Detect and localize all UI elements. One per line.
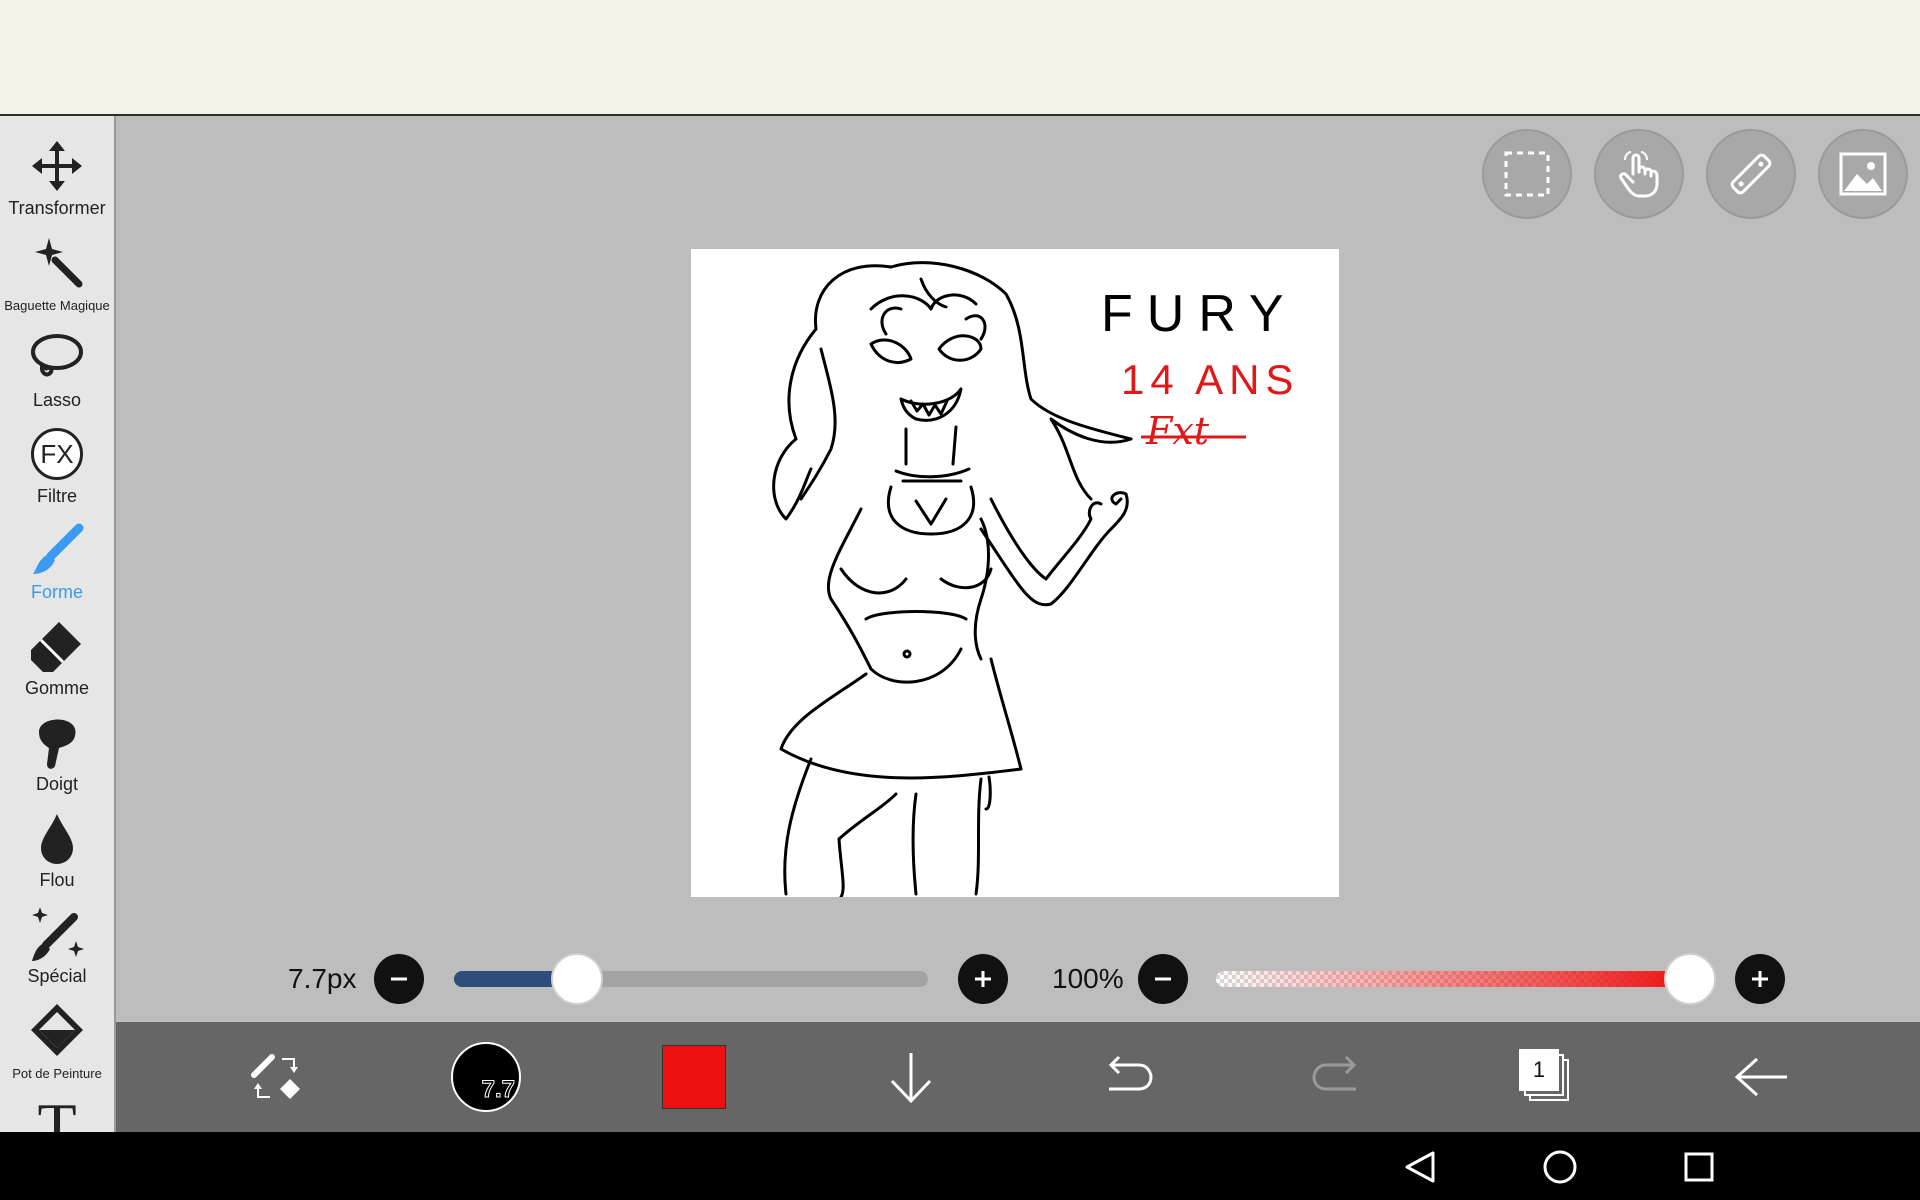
image-icon [1839, 152, 1887, 196]
opacity-decrease-button[interactable] [1138, 954, 1188, 1004]
ruler-icon [1730, 153, 1772, 195]
canvas-age-text: 14 ANS [1121, 356, 1299, 403]
finger-icon [27, 712, 87, 772]
nav-back-button[interactable] [1395, 1142, 1445, 1192]
tool-label: Transformer [8, 198, 106, 218]
drop-icon [27, 808, 87, 868]
tool-label: Doigt [35, 774, 79, 794]
arrow-left-icon [1734, 1057, 1787, 1097]
plus-icon [975, 971, 991, 987]
tool-paint-bucket[interactable]: Pot de Peinture [0, 994, 114, 1090]
brush-icon [27, 520, 87, 580]
tool-text[interactable]: T [0, 1090, 114, 1133]
magic-wand-icon [27, 232, 87, 292]
special-brush-icon [27, 904, 87, 964]
tool-label: Spécial [27, 966, 87, 986]
layers-button[interactable]: 1 [1512, 1022, 1582, 1132]
tool-label: Gomme [24, 678, 89, 698]
fx-icon: FX [27, 424, 87, 484]
tool-brush[interactable]: Forme [0, 514, 114, 610]
tool-label: Forme [30, 582, 83, 602]
triangle-back-icon [1405, 1151, 1435, 1183]
brush-preview-circle: 7.7 [451, 1042, 521, 1112]
minus-icon [1155, 977, 1171, 981]
opacity-value: 100% [1052, 963, 1124, 994]
paint-bucket-icon [27, 1000, 87, 1060]
minus-icon [391, 977, 407, 981]
brush-size-increase-button[interactable] [958, 954, 1008, 1004]
layer-count: 1 [1519, 1049, 1559, 1091]
drawing-artwork: FURY 14 ANS Fxt [772, 261, 1299, 899]
nav-home-button[interactable] [1535, 1142, 1585, 1192]
text-icon-glyph: T [37, 1090, 77, 1133]
tool-transformer[interactable]: Transformer [0, 130, 114, 226]
eraser-icon [27, 616, 87, 676]
color-picker-button[interactable] [659, 1022, 729, 1132]
arrow-down-icon [890, 1053, 932, 1104]
drawing-canvas[interactable]: FURY 14 ANS Fxt [691, 249, 1339, 899]
ruler-button[interactable] [1706, 129, 1796, 219]
tool-special[interactable]: Spécial [0, 898, 114, 994]
brush-preview-button[interactable]: 7.7 [446, 1022, 526, 1132]
gesture-button[interactable] [1594, 129, 1684, 219]
circle-home-icon [1543, 1150, 1577, 1184]
brush-size-slider-track[interactable] [454, 971, 928, 987]
swap-brush-eraser-button[interactable] [236, 1022, 316, 1132]
selection-button[interactable] [1482, 129, 1572, 219]
tool-filter[interactable]: FX Filtre [0, 418, 114, 514]
tool-blur[interactable]: Flou [0, 802, 114, 898]
tool-label: Pot de Peinture [12, 1066, 102, 1081]
tool-label: Filtre [37, 486, 77, 506]
plus-icon [1752, 971, 1768, 987]
brush-size-decrease-button[interactable] [374, 954, 424, 1004]
download-button[interactable] [876, 1022, 946, 1132]
square-recents-icon [1684, 1152, 1714, 1182]
redo-icon [1312, 1055, 1357, 1091]
current-color-swatch [662, 1045, 726, 1109]
canvas-title-text: FURY [1101, 285, 1298, 343]
undo-button[interactable] [1091, 1022, 1161, 1132]
brush-eraser-swap-icon [251, 1054, 300, 1099]
tool-eraser[interactable]: Gomme [0, 610, 114, 706]
tool-label: Flou [39, 870, 75, 890]
tool-finger[interactable]: Doigt [0, 706, 114, 802]
brush-size-badge: 7.7 [481, 1076, 515, 1104]
tool-label: Baguette Magique [4, 298, 110, 313]
undo-icon [1108, 1055, 1153, 1091]
redo-button[interactable] [1304, 1022, 1374, 1132]
tool-sidebar: Transformer Baguette Magique Lasso FX Fi… [0, 116, 116, 1132]
layers-icon: 1 [1519, 1049, 1575, 1105]
move-arrows-icon [27, 136, 87, 196]
reference-image-button[interactable] [1818, 129, 1908, 219]
tool-magic-wand[interactable]: Baguette Magique [0, 226, 114, 322]
top-bar [0, 0, 1920, 116]
brush-size-value: 7.7px [288, 963, 357, 994]
tool-lasso[interactable]: Lasso [0, 322, 114, 418]
bottom-toolbar: 7.7 1 [116, 1022, 1920, 1132]
hand-touch-icon [1619, 151, 1659, 198]
fx-icon-text: FX [31, 428, 83, 480]
opacity-slider-thumb[interactable] [1664, 953, 1716, 1005]
text-icon: T [27, 1090, 87, 1133]
system-navigation-bar [0, 1132, 1920, 1200]
opacity-slider-track[interactable] [1216, 971, 1690, 987]
tool-label: Lasso [32, 390, 82, 410]
back-button[interactable] [1726, 1022, 1796, 1132]
lasso-icon [27, 328, 87, 388]
brush-size-slider-thumb[interactable] [551, 953, 604, 1005]
canvas-signature-text: Fxt [1145, 409, 1210, 453]
opacity-increase-button[interactable] [1735, 954, 1785, 1004]
selection-icon [1504, 151, 1550, 197]
nav-recents-button[interactable] [1674, 1142, 1724, 1192]
